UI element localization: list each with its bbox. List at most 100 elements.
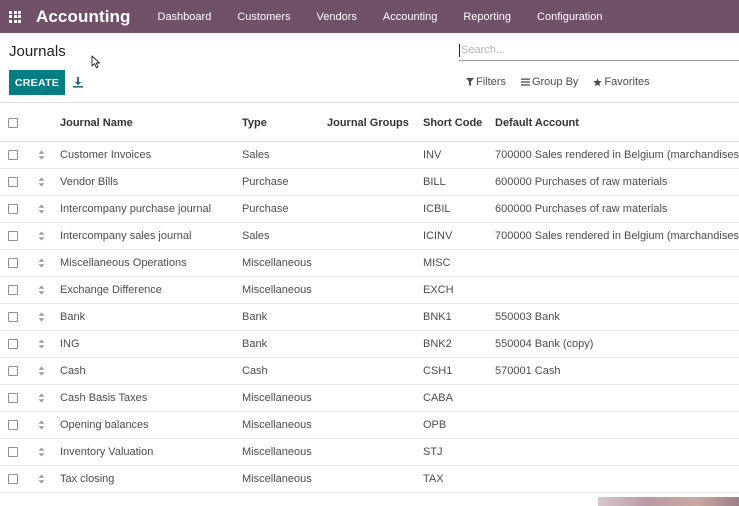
cell-short-code: OPB [423,419,447,431]
table-row[interactable]: Exchange Difference Miscellaneous EXCH [0,277,739,304]
table-row[interactable]: Cash Basis Taxes Miscellaneous CABA [0,385,739,412]
table-row[interactable]: Tax closing Miscellaneous TAX [0,466,739,493]
search-box[interactable] [459,40,739,61]
bars-icon [520,78,530,86]
cell-short-code: STJ [423,446,443,458]
cell-journal-name: Vendor Bills [60,176,119,188]
nav-item-configuration[interactable]: Configuration [524,0,615,33]
cell-journal-name: Bank [60,311,86,323]
table-row[interactable]: Vendor Bills Purchase BILL 600000 Purchases… [0,169,739,196]
search-input[interactable] [461,44,721,56]
cell-short-code: ICBIL [423,203,451,215]
drag-handle-icon[interactable] [38,447,45,457]
cell-type: Miscellaneous [242,284,312,296]
row-checkbox[interactable] [8,231,18,241]
cell-short-code: BILL [423,176,446,188]
column-header-journal-name[interactable]: Journal Name [60,117,242,129]
drag-handle-icon[interactable] [38,285,45,295]
cell-default-account: 570001 Cash [495,365,561,377]
cell-default-account: 600000 Purchases of raw materials [495,176,668,188]
cell-journal-name: Cash [60,365,86,377]
cell-short-code: EXCH [423,284,454,296]
cell-type: Miscellaneous [242,419,312,431]
cell-type: Cash [242,365,268,377]
table-row[interactable]: Cash Cash CSH1 570001 Cash [0,358,739,385]
row-checkbox[interactable] [8,366,18,376]
table-row[interactable]: Miscellaneous Operations Miscellaneous MIS… [0,250,739,277]
cell-short-code: ICINV [423,230,453,242]
row-checkbox[interactable] [8,285,18,295]
row-checkbox[interactable] [8,312,18,322]
filters-dropdown[interactable]: Filters [466,76,506,88]
cell-journal-name: ING [60,338,80,350]
group-by-dropdown[interactable]: Group By [520,76,579,88]
app-brand[interactable]: Accounting [36,7,131,27]
column-header-short-code[interactable]: Short Code [423,117,495,129]
drag-handle-icon[interactable] [38,312,45,322]
background-image-strip [598,497,739,506]
cell-default-account: 550003 Bank [495,311,560,323]
row-checkbox[interactable] [8,420,18,430]
select-all-checkbox[interactable] [8,117,18,128]
drag-handle-icon[interactable] [38,150,45,160]
mouse-cursor-icon [91,55,101,69]
nav-item-accounting[interactable]: Accounting [370,0,450,33]
filters-label: Filters [476,76,506,88]
row-checkbox[interactable] [8,204,18,214]
row-checkbox[interactable] [8,339,18,349]
row-checkbox[interactable] [8,258,18,268]
nav-item-reporting[interactable]: Reporting [450,0,524,33]
create-button[interactable]: CREATE [9,70,65,95]
cell-short-code: CSH1 [423,365,453,377]
nav-item-customers[interactable]: Customers [224,0,303,33]
cell-default-account: 600000 Purchases of raw materials [495,203,668,215]
row-checkbox[interactable] [8,474,18,484]
row-checkbox[interactable] [8,177,18,187]
drag-handle-icon[interactable] [38,474,45,484]
drag-handle-icon[interactable] [38,204,45,214]
table-row[interactable]: Inventory Valuation Miscellaneous STJ [0,439,739,466]
table-row[interactable]: Intercompany sales journal Sales ICINV 7000… [0,223,739,250]
cell-type: Purchase [242,176,289,188]
control-panel: Journals CREATE Filters Group By Favorit… [0,33,739,103]
search-options-bar: Filters Group By Favorites [466,76,650,88]
cell-journal-name: Miscellaneous Operations [60,257,187,269]
column-header-type[interactable]: Type [242,117,327,129]
drag-handle-icon[interactable] [38,231,45,241]
favorites-dropdown[interactable]: Favorites [593,76,650,88]
table-row[interactable]: Bank Bank BNK1 550003 Bank [0,304,739,331]
drag-handle-icon[interactable] [38,366,45,376]
table-row[interactable]: Intercompany purchase journal Purchase ICB… [0,196,739,223]
cell-journal-name: Cash Basis Taxes [60,392,148,404]
row-checkbox[interactable] [8,393,18,403]
drag-handle-icon[interactable] [38,393,45,403]
row-checkbox[interactable] [8,150,18,160]
cell-journal-name: Customer Invoices [60,149,152,161]
drag-handle-icon[interactable] [38,339,45,349]
cell-type: Purchase [242,203,289,215]
drag-handle-icon[interactable] [38,258,45,268]
table-row[interactable]: Customer Invoices Sales INV 700000 Sales re… [0,142,739,169]
page-title: Journals [9,43,66,60]
table-row[interactable]: Opening balances Miscellaneous OPB [0,412,739,439]
list-body: Customer Invoices Sales INV 700000 Sales re… [0,142,739,493]
table-row[interactable]: ING Bank BNK2 550004 Bank (copy) [0,331,739,358]
drag-handle-icon[interactable] [38,177,45,187]
cell-type: Miscellaneous [242,473,312,485]
column-header-default-account[interactable]: Default Account [495,117,739,129]
row-checkbox[interactable] [8,447,18,457]
cell-short-code: MISC [423,257,451,269]
group-by-label: Group By [531,76,579,88]
cell-short-code: BNK1 [423,311,452,323]
drag-handle-icon[interactable] [38,420,45,430]
nav-item-vendors[interactable]: Vendors [304,0,370,33]
nav-item-dashboard[interactable]: Dashboard [145,0,225,33]
download-icon[interactable] [72,76,84,88]
journals-list: Journal Name Type Journal Groups Short C… [0,104,739,493]
column-header-journal-groups[interactable]: Journal Groups [327,117,423,129]
apps-menu-icon[interactable] [0,0,30,33]
cell-journal-name: Inventory Valuation [60,446,154,458]
text-caret [459,43,460,57]
cell-default-account: 550004 Bank (copy) [495,338,594,350]
cell-type: Bank [242,311,268,323]
